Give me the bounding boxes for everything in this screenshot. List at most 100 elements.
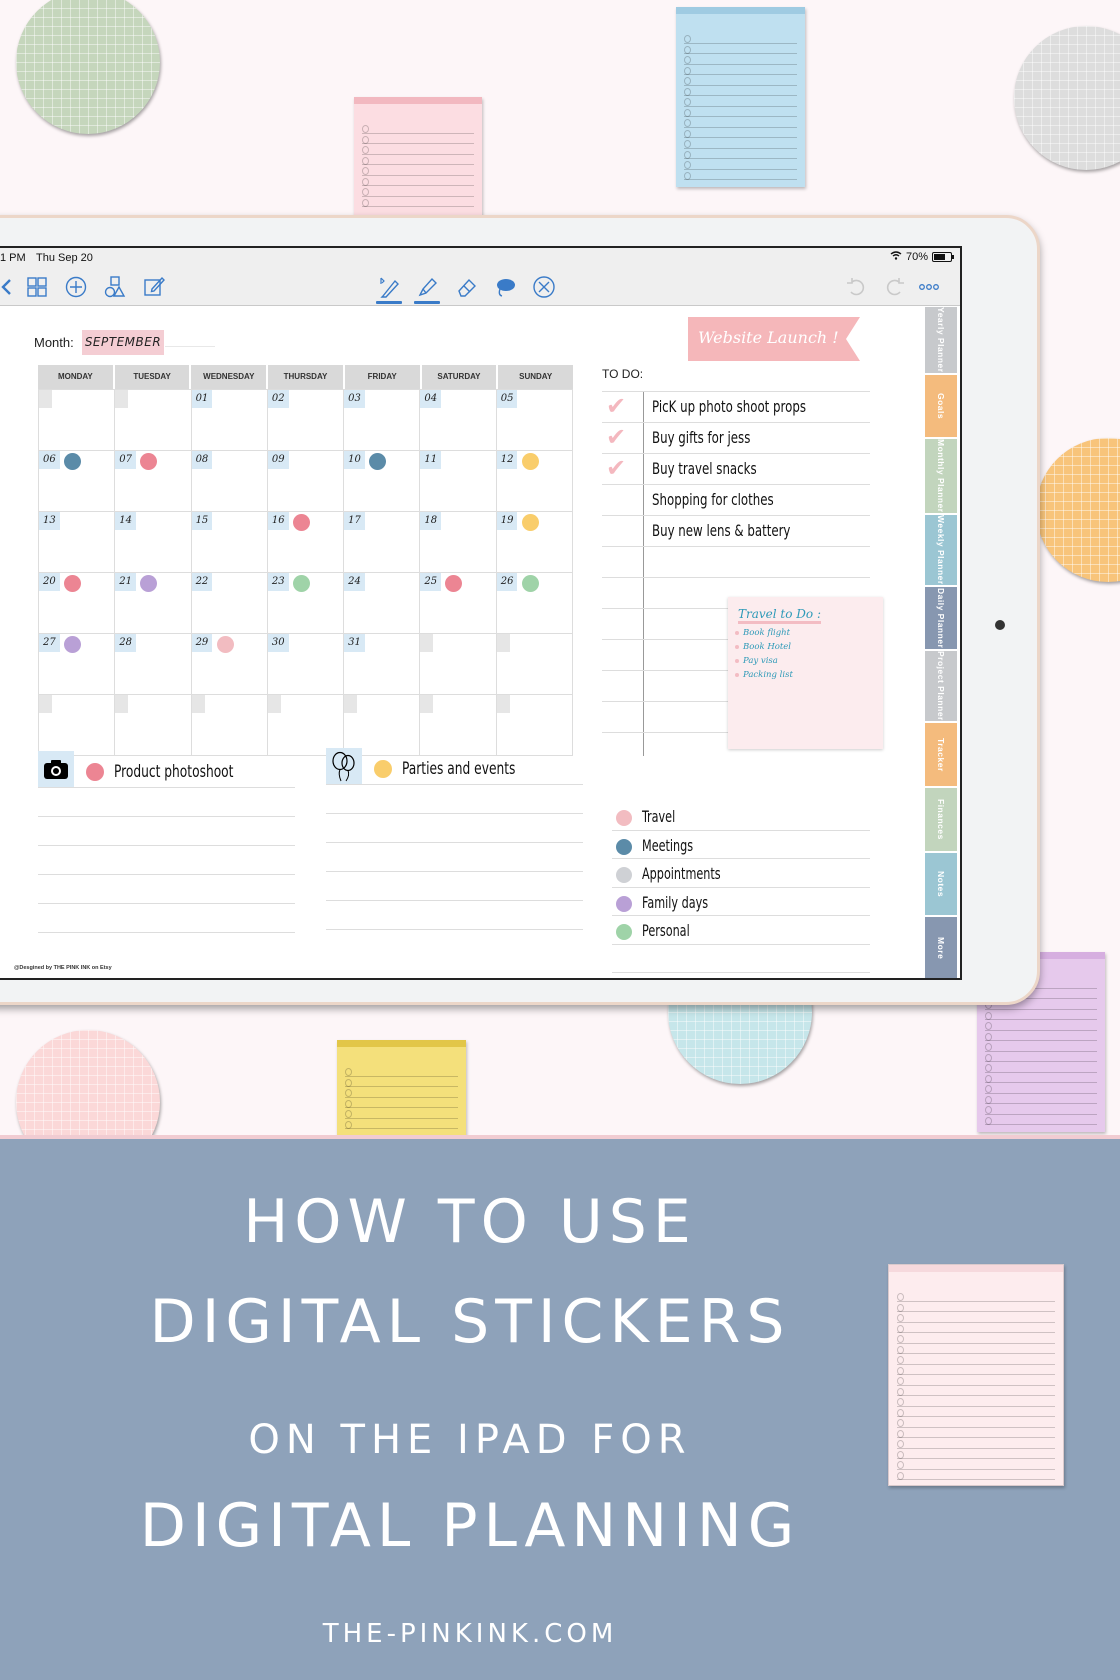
todo-item[interactable]: ✔ Buy gifts for jess [602,423,870,454]
calendar-day-cell[interactable]: 04 [420,390,497,451]
todo-item[interactable] [602,547,870,578]
calendar-day-cell[interactable] [420,695,497,756]
tab-label: Daily Planner [936,587,946,649]
calendar-day-cell[interactable]: 09 [267,451,345,512]
day-number: 23 [267,573,289,591]
calendar-day-cell[interactable]: 15 [191,512,268,573]
pen-bluetooth-icon[interactable] [376,274,402,304]
calendar-day-cell[interactable] [115,695,192,756]
todo-item[interactable]: ✔ Buy travel snacks [602,454,870,485]
calendar-day-cell[interactable]: 08 [191,451,268,512]
tab-label: Project Planner [936,651,946,722]
month-value[interactable]: SEPTEMBER [82,330,164,355]
calendar-day-cell[interactable]: 28 [115,634,192,695]
calendar-day-cell[interactable]: 25 [420,573,497,634]
calendar-day-cell[interactable] [496,695,573,756]
back-chevron-icon[interactable] [0,274,20,300]
sticker-dot-personal[interactable] [292,575,310,592]
calendar-day-cell[interactable]: 02 [267,390,345,451]
sticker-dot-meetings[interactable] [369,453,387,470]
camera-icon [38,751,74,787]
close-circle-icon[interactable] [531,274,557,300]
highlighter-icon[interactable] [414,274,440,304]
calendar-day-cell[interactable]: 17 [344,512,421,573]
calendar-day-cell[interactable] [39,695,116,756]
calendar-day-cell[interactable]: 05 [496,390,573,451]
calendar-day-cell[interactable]: 10 [344,451,421,512]
tab-notes[interactable]: Notes [925,852,957,918]
balloons-icon [326,748,362,784]
calendar-day-cell[interactable]: 14 [115,512,192,573]
sticker-dot-meetings[interactable] [64,453,81,470]
redo-icon[interactable] [882,274,908,300]
calendar-day-cell[interactable]: 12 [496,451,573,512]
calendar-day-cell[interactable]: 29 [191,634,268,695]
calendar-day-cell[interactable]: 23 [267,573,345,634]
sticker-dot-events[interactable] [521,453,539,470]
lasso-icon[interactable] [492,274,518,300]
shapes-icon[interactable] [102,274,128,300]
sticker-dot-work[interactable] [292,514,310,531]
thumbnail-grid-icon[interactable] [24,274,50,300]
todo-item[interactable]: ✔ PicK up photo shoot props [602,392,870,423]
calendar-day-cell[interactable]: 31 [344,634,421,695]
day-number: 16 [267,512,289,530]
tab-goals[interactable]: Goals [925,374,957,440]
eraser-icon[interactable] [454,274,480,300]
tab-weekly-planner[interactable]: Weekly Planner [925,514,957,587]
todo-item[interactable]: Shopping for clothes [602,485,870,516]
calendar-day-cell[interactable]: 27 [39,634,116,695]
tab-tracker[interactable]: Tracker [925,723,957,788]
legend-empty-line [612,945,870,973]
tab-finances[interactable]: Finances [925,787,957,853]
travel-sticky-note[interactable]: Travel to Do : Book flight Book Hotel Pay … [728,597,883,749]
calendar-day-cell[interactable]: 22 [191,573,268,634]
calendar-day-cell[interactable]: 01 [191,390,268,451]
more-icon[interactable] [916,274,942,300]
calendar-day-cell[interactable]: 30 [267,634,345,695]
color-legend: Travel Meetings Appointments Family days Per… [612,802,870,973]
tab-yearly-planner[interactable]: Yearly Planner [925,307,957,375]
sticker-dot-family[interactable] [140,575,158,592]
calendar-day-cell[interactable]: 03 [344,390,421,451]
calendar-day-cell[interactable] [344,695,421,756]
sticker-dot-family[interactable] [64,636,81,653]
calendar-day-cell[interactable]: 07 [115,451,192,512]
undo-icon[interactable] [843,274,869,300]
sticker-dot-travel[interactable] [216,636,234,653]
calendar-day-cell[interactable]: 06 [39,451,116,512]
calendar-day-cell[interactable]: 19 [496,512,573,573]
calendar-day-cell[interactable] [496,634,573,695]
sticker-dot-events[interactable] [521,514,539,531]
calendar-day-cell[interactable] [39,390,116,451]
day-number: 14 [115,512,137,530]
sticker-dot-work[interactable] [140,453,158,470]
todo-item[interactable]: Buy new lens & battery [602,516,870,547]
tab-daily-planner[interactable]: Daily Planner [925,586,957,652]
calendar-day-cell[interactable]: 18 [420,512,497,573]
tab-monthly-planner[interactable]: Monthly Planner [925,439,957,515]
calendar-day-cell[interactable] [420,634,497,695]
sticker-dot-work[interactable] [445,575,463,592]
sticker-dot-personal[interactable] [521,575,539,592]
calendar-day-cell[interactable] [191,695,268,756]
calendar-day-cell[interactable]: 13 [39,512,116,573]
day-number: 28 [115,634,137,652]
edit-page-icon[interactable] [141,274,167,300]
calendar-day-cell[interactable]: 21 [115,573,192,634]
sticker-dot-work[interactable] [64,575,81,592]
calendar-day-cell[interactable]: 24 [344,573,421,634]
website-launch-sticker[interactable]: Website Launch ! [688,317,860,361]
tab-more[interactable]: More [925,917,957,978]
tab-project-planner[interactable]: Project Planner [925,651,957,724]
calendar-day-cell[interactable]: 26 [496,573,573,634]
battery-percent: 70% [905,251,928,263]
legend-item: Family days [612,888,870,916]
add-icon[interactable] [63,274,89,300]
calendar-day-cell[interactable] [267,695,345,756]
calendar-day-cell[interactable]: 16 [267,512,345,573]
website-url[interactable]: THE-PINKINK.COM [0,1619,940,1649]
calendar-day-cell[interactable] [115,390,192,451]
calendar-day-cell[interactable]: 11 [420,451,497,512]
calendar-day-cell[interactable]: 20 [39,573,116,634]
